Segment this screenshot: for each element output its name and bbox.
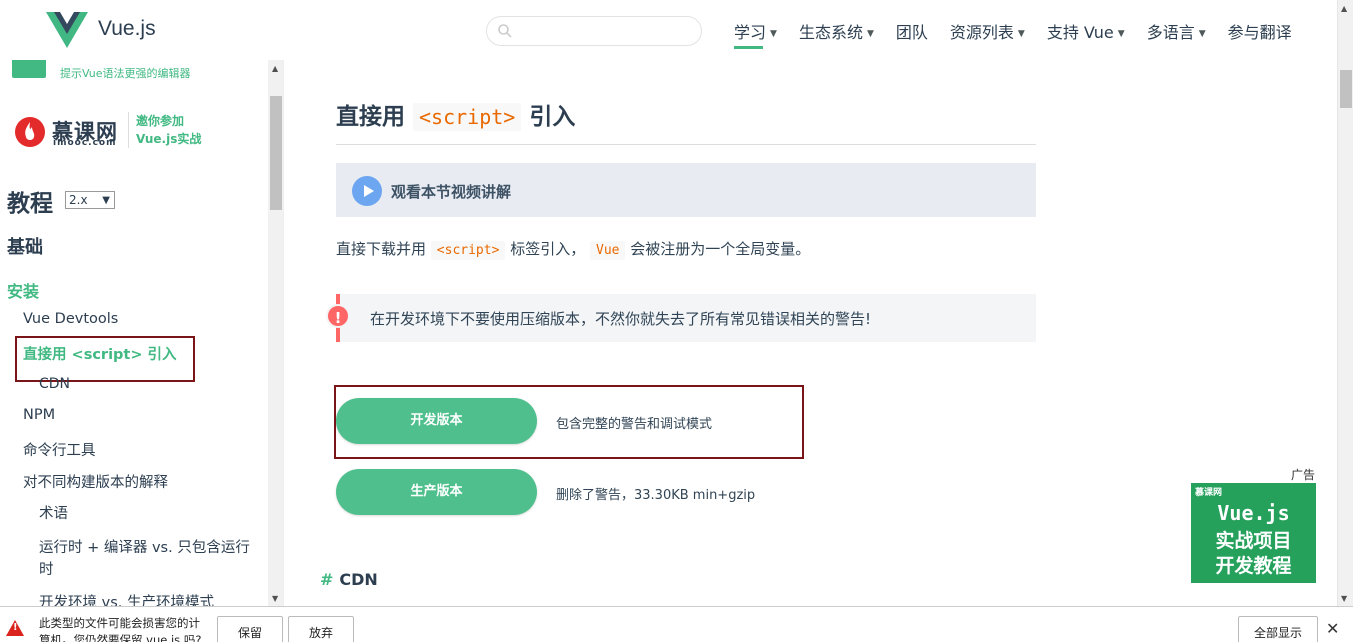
intro-paragraph: 直接下载并用 <script> 标签引入， Vue 会被注册为一个全局变量。: [336, 238, 811, 260]
play-icon: [352, 176, 382, 206]
nav-ecosystem-label: 生态系统: [798, 23, 863, 42]
chevron-down-icon: ▼: [866, 29, 874, 39]
imooc-domain: imooc.com: [53, 138, 117, 148]
nav-team[interactable]: 团队: [896, 19, 928, 43]
page-title-code: <script>: [413, 103, 522, 131]
sidebar-item-runtime-compiler-cont[interactable]: 时: [39, 558, 54, 579]
nav-learn[interactable]: 学习 ▼: [734, 19, 777, 49]
sidebar-item-npm[interactable]: NPM: [23, 407, 55, 423]
nav-translate-label: 参与翻译: [1227, 23, 1292, 42]
exclamation-icon: !: [326, 304, 350, 328]
page-scrollbar-thumb[interactable]: [1340, 70, 1352, 108]
cdn-heading-text: CDN: [339, 570, 378, 589]
ad-banner[interactable]: 慕课网 Vue.js 实战项目 开发教程: [1191, 483, 1316, 583]
cdn-heading: # CDN: [320, 570, 378, 589]
download-warning-text: 此类型的文件可能会损害您的计 算机。您仍然要保留 vue.js 吗?: [39, 615, 201, 642]
top-header: Vue.js 学习 ▼ 生态系统 ▼ 团队 资源列表 ▼ 支持 Vue ▼ 多语言 ▼ 参…: [0, 0, 1337, 60]
version-value: 2.x: [69, 193, 88, 207]
nav-support[interactable]: 支持 Vue ▼: [1047, 19, 1125, 43]
sidebar-item-dev-prod[interactable]: 开发环境 vs. 生产环境模式: [39, 591, 214, 606]
sidebar-section-install[interactable]: 安装: [7, 278, 39, 302]
vue-logo-icon[interactable]: [46, 12, 88, 50]
browser-viewport: Vue.js 学习 ▼ 生态系统 ▼ 团队 资源列表 ▼ 支持 Vue ▼ 多语言 ▼ 参…: [0, 0, 1353, 642]
page-title-pre: 直接用: [336, 104, 405, 130]
scroll-up-arrow-icon[interactable]: ▲: [272, 64, 278, 73]
main-content: 直接用 <script> 引入 观看本节视频讲解 直接下载并用 <script>…: [284, 60, 1337, 606]
title-divider: [336, 144, 1036, 145]
imooc-invite-line1: 邀你参加: [136, 114, 185, 128]
sidebar-scrollbar[interactable]: ▲ ▼: [268, 60, 283, 606]
anchor-hash[interactable]: #: [320, 570, 333, 589]
sidebar-item-builds[interactable]: 对不同构建版本的解释: [23, 471, 168, 492]
page-title-post: 引入: [529, 104, 576, 130]
warning-tip: ! 在开发环境下不要使用压缩版本，不然你就失去了所有常见错误相关的警告!: [326, 294, 1036, 342]
sidebar-section-basics[interactable]: 基础: [7, 233, 43, 259]
nav-resources-label: 资源列表: [949, 23, 1014, 42]
highlight-box-dev: [334, 385, 804, 459]
discard-button[interactable]: 放弃: [288, 616, 354, 642]
nav-team-label: 团队: [895, 23, 928, 42]
scroll-down-arrow-icon[interactable]: ▼: [1341, 594, 1347, 603]
nav-languages[interactable]: 多语言 ▼: [1147, 19, 1206, 43]
search-icon: [498, 24, 512, 38]
chevron-down-icon: ▼: [1117, 29, 1125, 39]
imooc-flame-icon[interactable]: [14, 116, 46, 148]
download-warning-line1: 此类型的文件可能会损害您的计: [39, 616, 200, 630]
prod-version-desc: 删除了警告，33.30KB min+gzip: [556, 488, 756, 503]
keep-button[interactable]: 保留: [217, 616, 283, 642]
ad-line-2: 实战项目: [1215, 530, 1292, 552]
chevron-down-icon: ▼: [1198, 29, 1206, 39]
ad-label: 广告: [1291, 468, 1316, 482]
logo-text[interactable]: Vue.js: [98, 17, 156, 41]
sidebar-scrollbar-thumb[interactable]: [270, 96, 282, 210]
search-input[interactable]: [517, 21, 692, 41]
intro-text-3: 会被注册为一个全局变量。: [630, 240, 811, 258]
intro-text-2: 标签引入，: [510, 240, 586, 258]
prod-version-button[interactable]: 生产版本: [336, 469, 537, 515]
scroll-up-arrow-icon[interactable]: ▲: [1341, 4, 1347, 13]
chevron-down-icon: ▼: [102, 195, 110, 206]
chevron-down-icon: ▼: [770, 29, 777, 39]
editor-ad-text[interactable]: 提示Vue语法更强的编辑器: [60, 65, 191, 81]
sidebar-item-terminology[interactable]: 术语: [39, 502, 68, 523]
version-select[interactable]: 2.x ▼: [65, 191, 115, 209]
imooc-divider: [128, 112, 129, 148]
close-icon[interactable]: ✕: [1326, 619, 1339, 638]
imooc-invite-line2: Vue.js实战: [136, 132, 202, 146]
video-lesson-text: 观看本节视频讲解: [391, 183, 512, 201]
intro-code-script: <script>: [430, 241, 506, 260]
sidebar: 提示Vue语法更强的编辑器 慕课网 imooc.com 邀你参加 Vue.js实…: [0, 60, 284, 606]
warning-icon: [6, 620, 24, 636]
sidebar-title: 教程: [7, 191, 53, 217]
sidebar-item-cdn[interactable]: CDN: [39, 376, 70, 392]
ad-line-1: Vue.js: [1217, 501, 1290, 525]
nav-resources[interactable]: 资源列表 ▼: [950, 19, 1025, 43]
page-scrollbar[interactable]: ▲ ▼: [1337, 0, 1353, 606]
download-warning-line2: 算机。您仍然要保留 vue.js 吗?: [39, 633, 202, 642]
ad-line-3: 开发教程: [1215, 555, 1292, 577]
nav-translate[interactable]: 参与翻译: [1228, 19, 1292, 43]
intro-code-vue: Vue: [590, 241, 626, 260]
editor-ad-icon[interactable]: [12, 60, 46, 78]
page-title: 直接用 <script> 引入: [336, 97, 575, 131]
scroll-down-arrow-icon[interactable]: ▼: [272, 594, 278, 603]
intro-text-1: 直接下载并用: [336, 240, 427, 258]
main-nav: 学习 ▼ 生态系统 ▼ 团队 资源列表 ▼ 支持 Vue ▼ 多语言 ▼ 参与翻译: [734, 19, 1314, 49]
nav-languages-label: 多语言: [1146, 23, 1195, 42]
download-bar: 此类型的文件可能会损害您的计 算机。您仍然要保留 vue.js 吗? 保留 放弃…: [0, 606, 1353, 642]
video-lesson-bar[interactable]: 观看本节视频讲解: [336, 163, 1036, 217]
sidebar-item-runtime-compiler[interactable]: 运行时 + 编译器 vs. 只包含运行: [39, 536, 250, 557]
show-all-button[interactable]: 全部显示: [1238, 616, 1318, 642]
sidebar-item-devtools[interactable]: Vue Devtools: [23, 311, 118, 327]
nav-learn-label: 学习: [734, 23, 767, 42]
search-box[interactable]: [486, 16, 702, 46]
sidebar-item-cli[interactable]: 命令行工具: [23, 439, 96, 460]
chevron-down-icon: ▼: [1017, 29, 1025, 39]
nav-ecosystem[interactable]: 生态系统 ▼: [799, 19, 874, 43]
imooc-invite[interactable]: 邀你参加 Vue.js实战: [136, 112, 201, 148]
ad-brand: 慕课网: [1195, 488, 1223, 498]
warning-tip-text: 在开发环境下不要使用压缩版本，不然你就失去了所有常见错误相关的警告!: [370, 310, 872, 328]
nav-support-label: 支持 Vue: [1046, 23, 1114, 42]
